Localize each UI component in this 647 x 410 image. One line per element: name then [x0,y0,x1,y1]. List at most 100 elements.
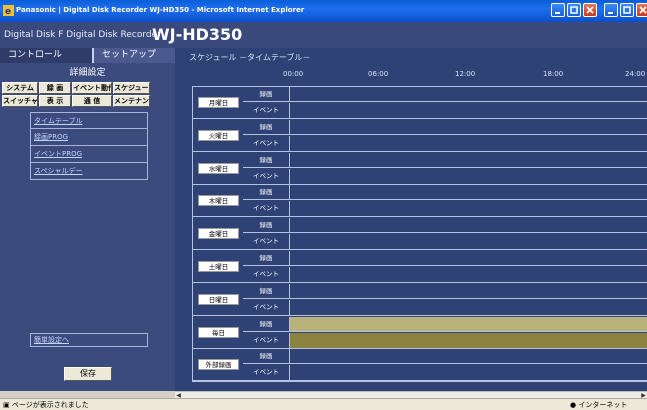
minimize-button-2[interactable] [604,3,618,17]
day-label[interactable]: 毎日 [198,326,239,338]
schedule-submenu: タイムテーブル 録画PROG イベントPROG スペシャルデー [30,112,148,180]
rec-timeline[interactable] [289,152,647,168]
rec-row-label: 録画 [243,317,289,332]
maintenance-button[interactable]: メンテナンス [113,95,150,107]
event-row-label: イベント [253,368,279,377]
rec-row-label: 録画 [243,218,289,234]
event-row-label: イベント [253,171,279,180]
day-row: 日曜日 録画イベント [193,283,647,316]
rec-row-label: 録画 [243,153,289,168]
browser-icon: e [3,5,14,16]
rec-timeline[interactable] [289,251,647,266]
day-label-cell: 金曜日 [193,218,243,249]
rec-row-label: 録画 [243,120,289,135]
tab-setup[interactable]: セットアップ [92,48,175,63]
window-controls-2 [604,3,647,17]
window-title: Panasonic | Digital Disk Recorder WJ-HD3… [16,6,305,14]
rec-timeline[interactable] [289,316,647,332]
minimize-icon [608,12,613,14]
day-row: 毎日 録画イベント [193,316,647,349]
tab-control[interactable]: コントロール [0,48,92,63]
day-label[interactable]: 金曜日 [198,228,239,240]
mode-tabs: コントロール セットアップ [0,48,175,63]
time-axis: 00:00 06:00 12:00 18:00 24:00 [175,70,647,80]
submenu-recording-prog[interactable]: 録画PROG [30,129,148,146]
event-row-label: イベント [253,204,279,213]
maximize-button[interactable] [567,3,581,17]
minimize-button[interactable] [551,3,565,17]
submenu-event-prog[interactable]: イベントPROG [30,146,148,163]
day-row: 土曜日 録画 イベント [193,251,647,283]
rec-timeline[interactable] [289,218,647,234]
event-row-label: イベント [253,237,279,246]
rec-timeline[interactable] [289,349,647,365]
left-panel: コントロール セットアップ 詳細設定 システム 録 画 イベント動作 スケジュー… [0,48,175,391]
rec-timeline[interactable] [289,119,647,135]
zone-indicator: ● インターネット [570,401,628,409]
event-timeline[interactable] [289,299,647,315]
maximize-icon [623,6,631,14]
maximize-button-2[interactable] [620,3,634,17]
day-label-cell: 日曜日 [193,284,243,315]
schedule-button[interactable]: スケジュール [113,82,150,94]
submenu-timetable[interactable]: タイムテーブル [30,112,148,129]
event-timeline[interactable] [289,168,647,184]
status-bar: ▣ ページが表示されました ● インターネット [0,398,647,410]
page-icon: ▣ [3,401,12,409]
schedule-panel: スケジュール －タイムテーブル－ 00:00 06:00 12:00 18:00… [175,48,647,391]
event-row-label: イベント [253,335,279,344]
rec-timeline[interactable] [289,185,647,201]
day-label[interactable]: 土曜日 [198,261,239,272]
event-row-label: イベント [253,302,279,311]
event-timeline[interactable] [289,103,647,118]
event-action-button[interactable]: イベント動作 [72,82,112,94]
close-button[interactable] [583,3,597,17]
event-timeline[interactable] [289,365,647,381]
event-timeline[interactable] [289,135,647,151]
day-label-cell: 木曜日 [193,185,243,216]
day-label[interactable]: 日曜日 [198,293,239,305]
event-timeline[interactable] [289,332,647,348]
time-label: 00:00 [283,70,304,78]
day-label[interactable]: 外部録画 [198,359,239,371]
day-label-cell: 月曜日 [193,87,243,118]
time-label: 06:00 [368,70,389,78]
rec-row-label: 録画 [243,284,289,299]
display-button[interactable]: 表 示 [39,95,71,107]
switcher-button[interactable]: スイッチャー [2,95,38,107]
rec-timeline[interactable] [289,87,647,102]
day-row: 月曜日 録画 イベント [193,87,647,119]
day-label[interactable]: 木曜日 [198,195,239,207]
day-row: 金曜日 録画イベント [193,218,647,251]
event-timeline[interactable] [289,201,647,217]
day-label[interactable]: 火曜日 [198,129,239,141]
panel-title: 詳細設定 [69,68,106,78]
horizontal-scrollbar[interactable]: ◀ ▶ [175,391,647,399]
time-label: 18:00 [543,70,564,78]
day-label-cell: 外部録画 [193,349,243,380]
svg-text:e: e [5,7,11,16]
event-timeline[interactable] [289,234,647,250]
rec-timeline[interactable] [289,283,647,299]
page-title: スケジュール －タイムテーブル－ [189,53,311,62]
day-label-cell: 火曜日 [193,120,243,151]
time-label: 12:00 [455,70,476,78]
event-timeline[interactable] [289,267,647,282]
app-header: Digital Disk F Digital Disk Recorder WJ-… [0,22,647,48]
submenu-special-day[interactable]: スペシャルデー [30,163,148,180]
close-button-2[interactable] [636,3,647,17]
save-button[interactable]: 保存 [64,367,112,381]
communication-button[interactable]: 通 信 [72,95,112,107]
day-label[interactable]: 月曜日 [198,97,239,108]
day-row: 火曜日 録画 イベント [193,119,647,152]
status-text: ▣ ページが表示されました [3,401,89,409]
window-titlebar: e Panasonic | Digital Disk Recorder WJ-H… [0,0,647,22]
rec-row-label: 録画 [243,349,289,365]
close-icon [586,6,594,14]
system-button[interactable]: システム [2,82,38,94]
day-label[interactable]: 水曜日 [198,162,239,174]
easy-setup-link[interactable]: 簡単設定へ [30,333,148,347]
model-name: WJ-HD350 [152,25,243,44]
maximize-icon [570,6,578,14]
recording-button[interactable]: 録 画 [39,82,71,94]
